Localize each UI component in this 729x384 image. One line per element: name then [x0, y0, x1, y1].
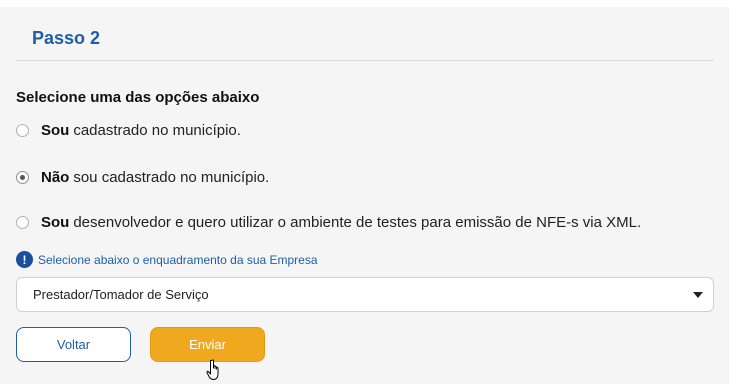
send-button[interactable]: Enviar [150, 327, 265, 362]
step-header: Passo 2 [16, 7, 714, 61]
option-registered[interactable]: Sou cadastrado no município. [16, 122, 241, 139]
hand-cursor-icon [206, 359, 219, 380]
option-developer-text: desenvolvedor e quero utilizar o ambient… [73, 214, 642, 231]
options-question: Selecione uma das opções abaixo [16, 89, 260, 106]
option-registered-bold: Sou [41, 122, 70, 139]
option-not-registered[interactable]: Não sou cadastrado no município. [16, 169, 269, 186]
enquadramento-select[interactable]: Prestador/Tomador de Serviço [16, 277, 714, 312]
back-button[interactable]: Voltar [16, 327, 131, 362]
option-developer[interactable]: Sou desenvolvedor e quero utilizar o amb… [16, 214, 641, 231]
step-title: Passo 2 [32, 28, 101, 48]
info-exclamation-icon: ! [16, 251, 33, 268]
option-developer-bold: Sou [41, 214, 70, 231]
caret-down-icon [693, 292, 703, 298]
hint-text: Selecione abaixo o enquadramento da sua … [38, 252, 318, 267]
radio-registered[interactable] [16, 124, 29, 137]
enquadramento-hint: ! Selecione abaixo o enquadramento da su… [16, 251, 318, 268]
radio-developer[interactable] [16, 216, 29, 229]
option-registered-text: cadastrado no município. [73, 122, 241, 139]
select-value: Prestador/Tomador de Serviço [33, 287, 209, 302]
option-not-registered-bold: Não [41, 169, 70, 186]
radio-selected-dot [20, 175, 25, 180]
radio-not-registered[interactable] [16, 171, 29, 184]
option-not-registered-text: sou cadastrado no município. [73, 169, 270, 186]
